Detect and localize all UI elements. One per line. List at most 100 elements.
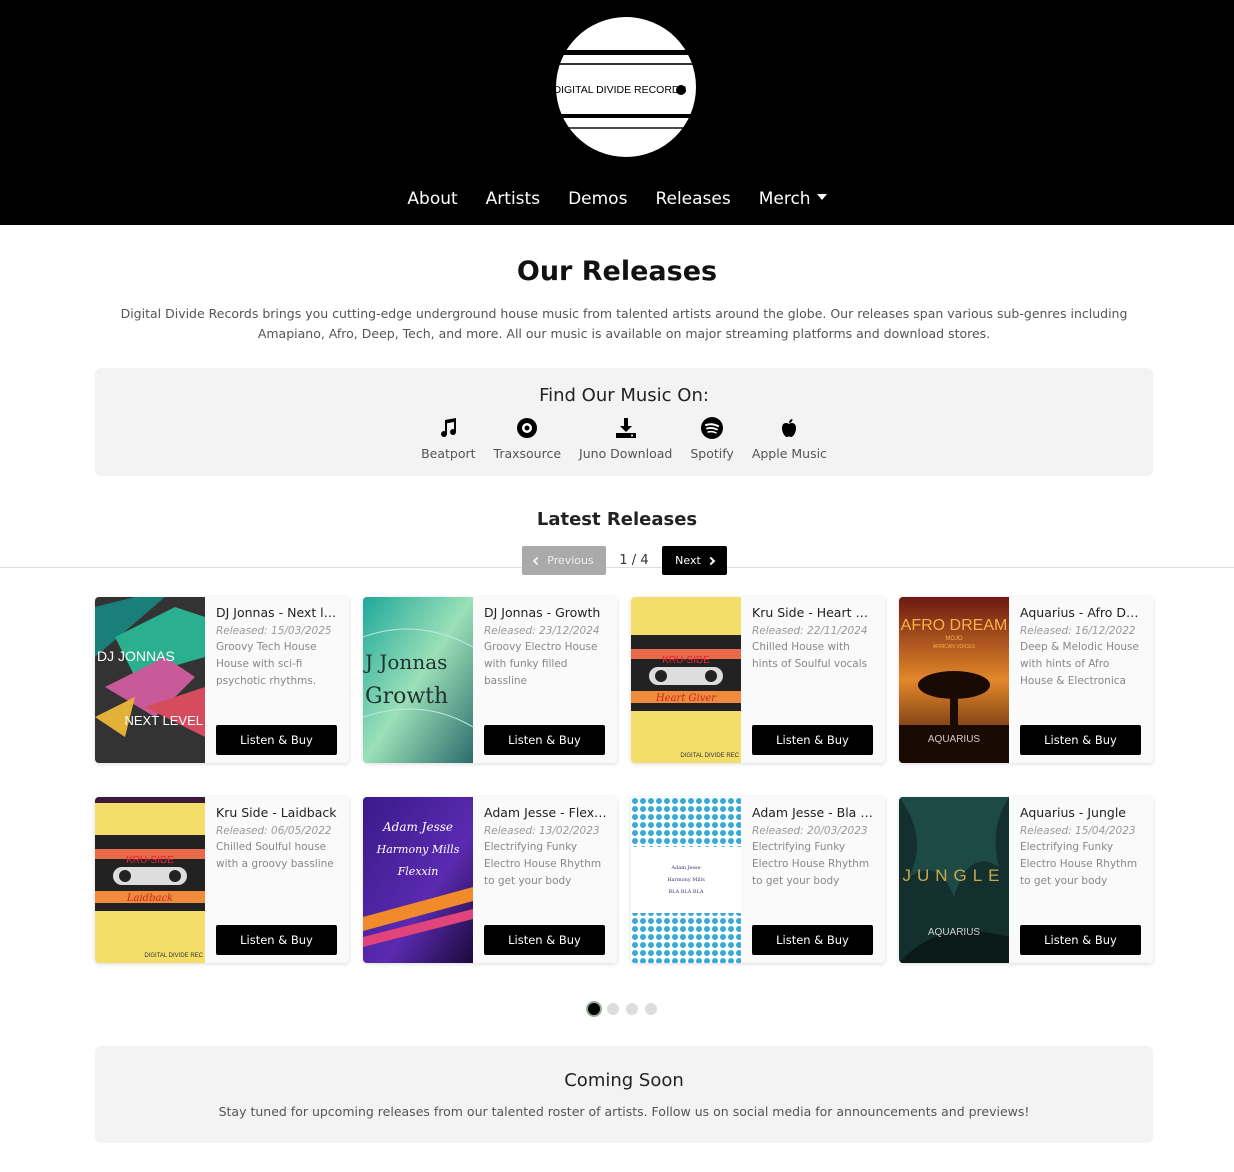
svg-text:Heart Giver: Heart Giver <box>655 693 717 704</box>
release-cover[interactable]: Adam Jesse Harmony Mills Flexxin <box>363 797 473 963</box>
carousel-dot[interactable] <box>626 1003 638 1015</box>
nav-demos[interactable]: Demos <box>554 186 641 212</box>
nav-about[interactable]: About <box>393 186 471 212</box>
download-icon <box>615 418 636 438</box>
svg-text:Growth: Growth <box>365 684 448 709</box>
release-cover[interactable]: J Jonnas Growth <box>363 597 473 763</box>
svg-text:JUNGLE: JUNGLE <box>902 866 1005 885</box>
svg-text:AQUARIUS: AQUARIUS <box>928 927 981 938</box>
release-info: DJ Jonnas - Next level Released: 15/03/2… <box>205 597 349 763</box>
next-label: Next <box>675 554 701 567</box>
listen-buy-button[interactable]: Listen & Buy <box>1020 725 1141 755</box>
nav-merch[interactable]: Merch <box>745 186 841 212</box>
cover-art: Adam Jesse Harmony Mills BLA BLA BLA <box>631 797 741 963</box>
release-date: Released: 06/05/2022 <box>216 825 332 837</box>
pagination: Previous 1 / 4 Next <box>522 546 727 575</box>
release-date: Released: 15/04/2023 <box>1020 825 1136 837</box>
listen-buy-button[interactable]: Listen & Buy <box>752 725 873 755</box>
chevron-right-icon <box>706 556 716 565</box>
record-icon <box>517 418 538 438</box>
release-card: DJ JONNAS NEXT LEVEL DJ Jonnas - Next le… <box>95 597 349 763</box>
platform-beatport[interactable]: Beatport <box>421 416 476 461</box>
cover-art: J Jonnas Growth <box>363 597 473 763</box>
nav-releases[interactable]: Releases <box>641 186 744 212</box>
carousel-dots <box>588 1003 657 1015</box>
svg-text:NEXT LEVEL: NEXT LEVEL <box>124 713 203 728</box>
platform-traxsource[interactable]: Traxsource <box>494 416 561 461</box>
cover-art: DJ JONNAS NEXT LEVEL <box>95 597 205 763</box>
find-music-panel: Find Our Music On: Beatport Traxsource J… <box>95 368 1153 476</box>
release-card: Adam Jesse Harmony Mills BLA BLA BLA Ada… <box>631 797 885 963</box>
platform-apple-music[interactable]: Apple Music <box>752 416 827 461</box>
previous-label: Previous <box>547 554 594 567</box>
cover-art: JUNGLE AQUARIUS <box>899 797 1009 963</box>
release-cover[interactable]: JUNGLE AQUARIUS <box>899 797 1009 963</box>
release-grid: DJ JONNAS NEXT LEVEL DJ Jonnas - Next le… <box>95 597 1155 963</box>
nav-merch-label: Merch <box>758 189 811 209</box>
release-date: Released: 20/03/2023 <box>752 825 868 837</box>
release-date: Released: 23/12/2024 <box>484 625 600 637</box>
cover-art: KRU-SIDE Laidback DIGITAL DIVIDE REC <box>95 797 205 963</box>
platform-label: Juno Download <box>579 446 673 461</box>
carousel-dot[interactable] <box>588 1003 600 1015</box>
label-logo[interactable]: DIGITAL DIVIDE RECORDS <box>554 14 698 160</box>
listen-buy-button[interactable]: Listen & Buy <box>1020 925 1141 955</box>
listen-buy-button[interactable]: Listen & Buy <box>484 925 605 955</box>
release-cover[interactable]: KRU-SIDE Heart Giver DIGITAL DIVIDE REC <box>631 597 741 763</box>
svg-text:Harmony Mills: Harmony Mills <box>667 877 705 883</box>
svg-text:Harmony Mills: Harmony Mills <box>376 843 460 856</box>
carousel-dot[interactable] <box>645 1003 657 1015</box>
next-button[interactable]: Next <box>662 546 727 575</box>
release-date: Released: 15/03/2025 <box>216 625 332 637</box>
release-date: Released: 22/11/2024 <box>752 625 868 637</box>
cover-art: KRU-SIDE Heart Giver DIGITAL DIVIDE REC <box>631 597 741 763</box>
spotify-icon <box>701 417 724 439</box>
release-info: Aquarius - Afro Dream Released: 16/12/20… <box>1009 597 1153 763</box>
svg-text:DIGITAL DIVIDE REC: DIGITAL DIVIDE REC <box>680 753 739 759</box>
release-title: DJ Jonnas - Growth <box>484 605 601 620</box>
svg-text:MOJO: MOJO <box>945 636 963 642</box>
coming-soon-panel: Coming Soon Stay tuned for upcoming rele… <box>95 1046 1153 1143</box>
release-title: DJ Jonnas - Next level <box>216 605 339 620</box>
svg-text:Flexxin: Flexxin <box>397 865 439 878</box>
nav-artists[interactable]: Artists <box>472 186 554 212</box>
release-info: Kru Side - Laidback Released: 06/05/2022… <box>205 797 349 963</box>
release-card: KRU-SIDE Heart Giver DIGITAL DIVIDE REC … <box>631 597 885 763</box>
svg-text:Adam Jesse: Adam Jesse <box>670 865 700 871</box>
release-title: Kru Side - Heart Giver <box>752 605 875 620</box>
svg-text:BLA BLA BLA: BLA BLA BLA <box>669 889 704 895</box>
release-cover[interactable]: Adam Jesse Harmony Mills BLA BLA BLA <box>631 797 741 963</box>
listen-buy-button[interactable]: Listen & Buy <box>216 925 337 955</box>
coming-soon-text: Stay tuned for upcoming releases from ou… <box>218 1104 1030 1119</box>
release-description: Deep & Melodic House with hints of Afro … <box>1020 641 1139 687</box>
svg-text:Adam Jesse: Adam Jesse <box>382 820 453 834</box>
listen-buy-button[interactable]: Listen & Buy <box>216 725 337 755</box>
release-description: Groovy Electro House with funky filled b… <box>484 641 598 687</box>
caret-down-icon <box>816 194 827 200</box>
intro-text: Digital Divide Records brings you cuttin… <box>120 306 1128 341</box>
listen-buy-button[interactable]: Listen & Buy <box>752 925 873 955</box>
carousel-dot[interactable] <box>607 1003 619 1015</box>
release-info: Kru Side - Heart Giver Released: 22/11/2… <box>741 597 885 763</box>
release-title: Aquarius - Jungle <box>1020 805 1126 820</box>
release-cover[interactable]: DJ JONNAS NEXT LEVEL <box>95 597 205 763</box>
platform-juno[interactable]: Juno Download <box>579 416 672 461</box>
previous-button[interactable]: Previous <box>522 546 606 575</box>
find-music-title: Find Our Music On: <box>539 385 709 406</box>
release-description: Groovy Tech House House with sci-fi psyc… <box>216 641 317 687</box>
main-nav: About Artists Demos Releases Merch <box>0 186 1234 212</box>
platform-spotify[interactable]: Spotify <box>690 416 734 461</box>
platform-label: Apple Music <box>751 446 827 461</box>
release-cover[interactable]: AFRO DREAM MOJO AFRICAN VOICES AQUARIUS <box>899 597 1009 763</box>
release-date: Released: 16/12/2022 <box>1020 625 1136 637</box>
svg-text:KRU-SIDE: KRU-SIDE <box>126 855 174 866</box>
platform-list: Beatport Traxsource Juno Download Spotif… <box>95 416 1153 461</box>
svg-text:KRU-SIDE: KRU-SIDE <box>662 655 710 666</box>
release-info: Adam Jesse - Bla Bla Bla Released: 20/03… <box>741 797 885 963</box>
svg-text:Laidback: Laidback <box>126 893 173 904</box>
cover-art: AFRO DREAM MOJO AFRICAN VOICES AQUARIUS <box>899 597 1009 763</box>
platform-label: Spotify <box>690 446 734 461</box>
svg-text:AFRO DREAM: AFRO DREAM <box>901 617 1008 634</box>
listen-buy-button[interactable]: Listen & Buy <box>484 725 605 755</box>
release-cover[interactable]: KRU-SIDE Laidback DIGITAL DIVIDE REC <box>95 797 205 963</box>
